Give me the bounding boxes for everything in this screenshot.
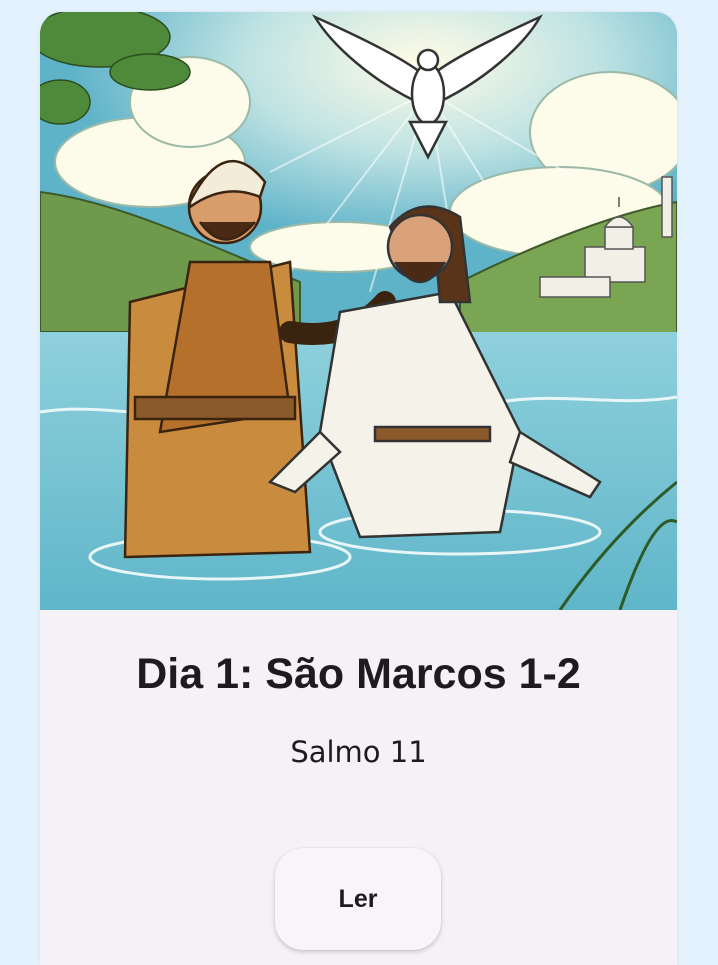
read-button[interactable]: Ler bbox=[275, 848, 441, 950]
reading-card: Dia 1: São Marcos 1-2 Salmo 11 Ler bbox=[40, 12, 677, 965]
baptism-illustration bbox=[40, 12, 677, 610]
reading-title: Dia 1: São Marcos 1-2 bbox=[136, 650, 581, 698]
psalm-subtitle: Salmo 11 bbox=[290, 735, 427, 769]
